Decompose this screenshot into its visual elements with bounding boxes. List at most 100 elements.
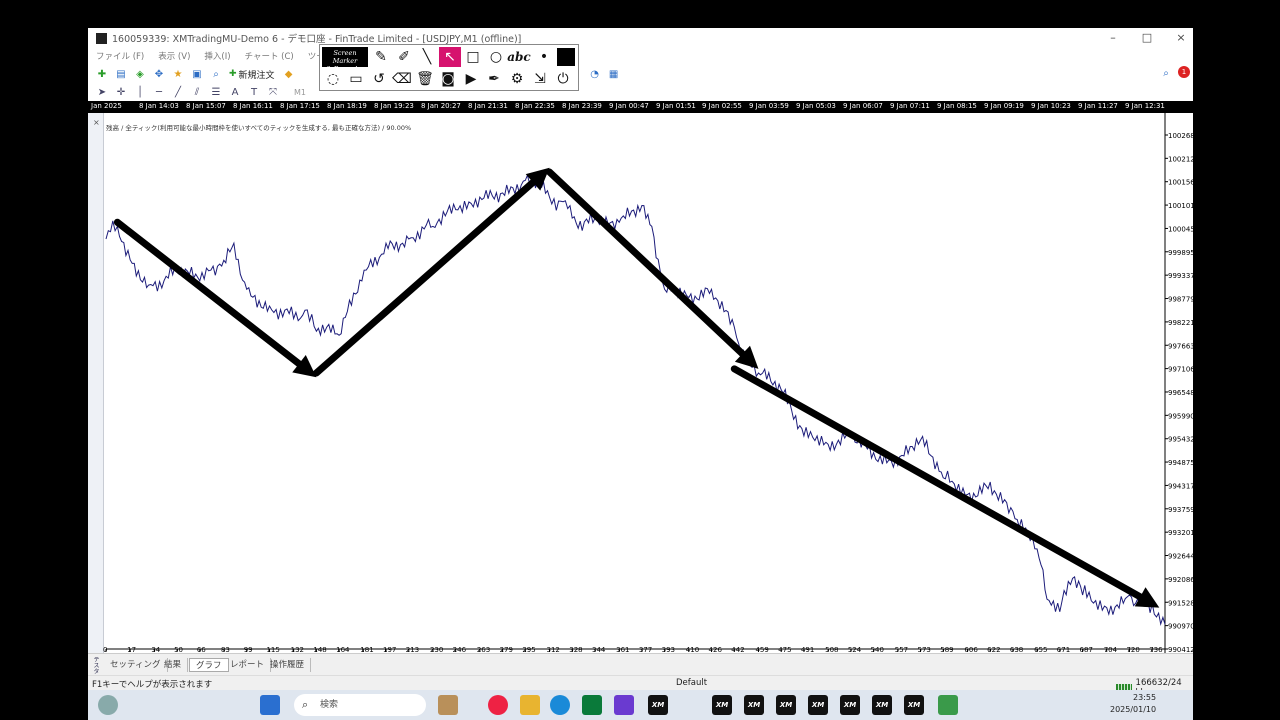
navigator-icon[interactable]: ★ bbox=[170, 67, 186, 82]
balance-series-line bbox=[105, 173, 1166, 626]
pencil-icon[interactable]: ✎ bbox=[370, 47, 392, 67]
search-icon: ⌕ bbox=[302, 698, 309, 711]
vertical-line-icon[interactable]: │ bbox=[132, 85, 148, 100]
status-help: F1キーでヘルプが表示されます bbox=[92, 680, 213, 690]
copilot-icon[interactable] bbox=[488, 695, 508, 715]
xm-app-icon[interactable]: XM bbox=[712, 695, 732, 715]
undo-icon[interactable]: ↺ bbox=[368, 69, 390, 89]
terminal-window: 160059339: XMTradingMU-Demo 6 - デモ口座 - F… bbox=[88, 28, 1193, 690]
menu-insert[interactable]: 挿入(I) bbox=[204, 50, 230, 62]
text-tool[interactable]: abc bbox=[507, 47, 530, 67]
xm-app-icon[interactable]: XM bbox=[744, 695, 764, 715]
main-toolbar: ✚ ▤ ◈ ✥ ★ ▣ ⌕ ✚新規注文 ◆ ⊞ ◔ ▦ ⌕ 1 bbox=[88, 64, 1193, 84]
trendline-icon[interactable]: ╱ bbox=[170, 85, 186, 100]
x-tick-label: 377 bbox=[639, 646, 652, 653]
new-order-button[interactable]: ✚ 新規注文 bbox=[229, 68, 275, 81]
camera-icon[interactable]: ◙ bbox=[437, 69, 459, 89]
x-tick-label: 99 bbox=[244, 646, 253, 653]
video-icon[interactable]: ▶ bbox=[460, 69, 482, 89]
chart-canvas: 1002683 1002126 1001568 1001010 1000452 99989… bbox=[103, 113, 1193, 653]
xm-app-icon[interactable]: XM bbox=[648, 695, 668, 715]
screen-icon[interactable]: ▭ bbox=[345, 69, 367, 89]
brush-icon[interactable]: ✒ bbox=[483, 69, 505, 89]
widgets-icon[interactable] bbox=[438, 695, 458, 715]
timeframe-m1[interactable]: M1 bbox=[294, 88, 306, 97]
notification-badge[interactable]: 1 bbox=[1178, 66, 1190, 78]
shield-icon[interactable] bbox=[938, 695, 958, 715]
arrow-tool-icon[interactable]: ↖ bbox=[439, 47, 461, 67]
maximize-button[interactable]: □ bbox=[1140, 31, 1154, 45]
line-icon[interactable]: ╲ bbox=[416, 47, 438, 67]
search-placeholder: 検索 bbox=[320, 700, 339, 710]
x-tick-label: 557 bbox=[895, 646, 908, 653]
app-icon[interactable] bbox=[614, 695, 634, 715]
file-explorer-icon[interactable] bbox=[520, 695, 540, 715]
y-tick-label: 992086 bbox=[1168, 576, 1193, 584]
rectangle-icon[interactable]: □ bbox=[462, 47, 484, 67]
close-window-button[interactable]: × bbox=[1174, 31, 1188, 45]
x-tick-label: 393 bbox=[662, 646, 675, 653]
xm-app-icon[interactable]: XM bbox=[808, 695, 828, 715]
menu-view[interactable]: 表示 (V) bbox=[158, 50, 190, 62]
tab-results[interactable]: 結果 bbox=[158, 658, 189, 672]
taskbar-clock[interactable]: 23:55 2025/01/10 bbox=[1110, 692, 1156, 716]
menu-chart[interactable]: チャート (C) bbox=[245, 50, 294, 62]
hide-icon[interactable]: ◌ bbox=[322, 69, 344, 89]
time-label: 9 Jan 07:11 bbox=[890, 102, 930, 110]
tab-graph[interactable]: グラフ bbox=[189, 658, 229, 672]
xm-app-icon[interactable]: XM bbox=[872, 695, 892, 715]
cursor-icon[interactable]: ➤ bbox=[94, 85, 110, 100]
edge-icon[interactable] bbox=[550, 695, 570, 715]
close-chart-icon[interactable]: × bbox=[93, 118, 100, 127]
annotation-arrow-shaft bbox=[113, 218, 303, 368]
x-tick-label: 197 bbox=[383, 646, 396, 653]
horizontal-line-icon[interactable]: ─ bbox=[151, 85, 167, 100]
tab-journal[interactable]: 操作履歴 bbox=[264, 658, 312, 672]
search-icon[interactable]: ⌕ bbox=[1158, 66, 1174, 81]
clock-icon[interactable]: ◔ bbox=[587, 67, 603, 82]
shapes-icon[interactable]: ⤧ bbox=[265, 85, 281, 100]
menu-file[interactable]: ファイル (F) bbox=[96, 50, 144, 62]
terminal-icon[interactable]: ▣ bbox=[189, 67, 205, 82]
x-tick-label: 34 bbox=[151, 646, 160, 653]
new-chart-icon[interactable]: ✚ bbox=[94, 67, 110, 82]
x-tick-label: 573 bbox=[918, 646, 931, 653]
color-picker-icon[interactable] bbox=[557, 48, 575, 66]
weather-icon[interactable] bbox=[98, 695, 118, 715]
x-tick-label: 736 bbox=[1149, 646, 1163, 653]
text-label-icon[interactable]: T bbox=[246, 85, 262, 100]
expert-advisors-icon[interactable]: ◆ bbox=[281, 67, 297, 82]
export-icon[interactable]: ⇲ bbox=[529, 69, 551, 89]
trash-icon[interactable]: 🗑 bbox=[414, 69, 436, 89]
text-icon[interactable]: A bbox=[227, 85, 243, 100]
strategy-tester-icon[interactable]: ⌕ bbox=[208, 67, 224, 82]
crosshair-icon[interactable]: ✛ bbox=[113, 85, 129, 100]
time-label: 8 Jan 23:39 bbox=[562, 102, 602, 110]
eraser-icon[interactable]: ⌫ bbox=[391, 69, 413, 89]
store-icon[interactable] bbox=[582, 695, 602, 715]
y-tick-label: 995990 bbox=[1168, 412, 1193, 420]
time-label: 8 Jan 17:15 bbox=[280, 102, 320, 110]
marker-icon[interactable]: ✐ bbox=[393, 47, 415, 67]
fibonacci-icon[interactable]: ☰ bbox=[208, 85, 224, 100]
templates-icon[interactable]: ▦ bbox=[606, 67, 622, 82]
settings-gear-icon[interactable]: ⚙ bbox=[506, 69, 528, 89]
power-icon[interactable]: ⏻ bbox=[552, 69, 574, 89]
start-icon[interactable] bbox=[260, 695, 280, 715]
annotation-arrow-shaft bbox=[546, 168, 746, 358]
dot-size-icon[interactable]: • bbox=[533, 47, 555, 67]
circle-icon[interactable]: ○ bbox=[485, 47, 507, 67]
x-tick-label: 459 bbox=[755, 646, 768, 653]
time-label: 9 Jan 03:59 bbox=[749, 102, 789, 110]
channel-icon[interactable]: ⫽ bbox=[189, 85, 205, 100]
taskbar-search[interactable]: ⌕ 検索 bbox=[294, 694, 426, 716]
market-watch-icon[interactable]: ◈ bbox=[132, 67, 148, 82]
balance-chart[interactable]: 1002683 1002126 1001568 1001010 1000452 99989… bbox=[88, 113, 1193, 653]
data-window-icon[interactable]: ✥ bbox=[151, 67, 167, 82]
profiles-icon[interactable]: ▤ bbox=[113, 67, 129, 82]
xm-app-icon[interactable]: XM bbox=[840, 695, 860, 715]
tester-tabs: テスター セッティング 結果 グラフ レポート 操作履歴 bbox=[88, 653, 1193, 675]
xm-app-icon[interactable]: XM bbox=[904, 695, 924, 715]
minimize-button[interactable]: – bbox=[1106, 31, 1120, 45]
xm-app-icon[interactable]: XM bbox=[776, 695, 796, 715]
